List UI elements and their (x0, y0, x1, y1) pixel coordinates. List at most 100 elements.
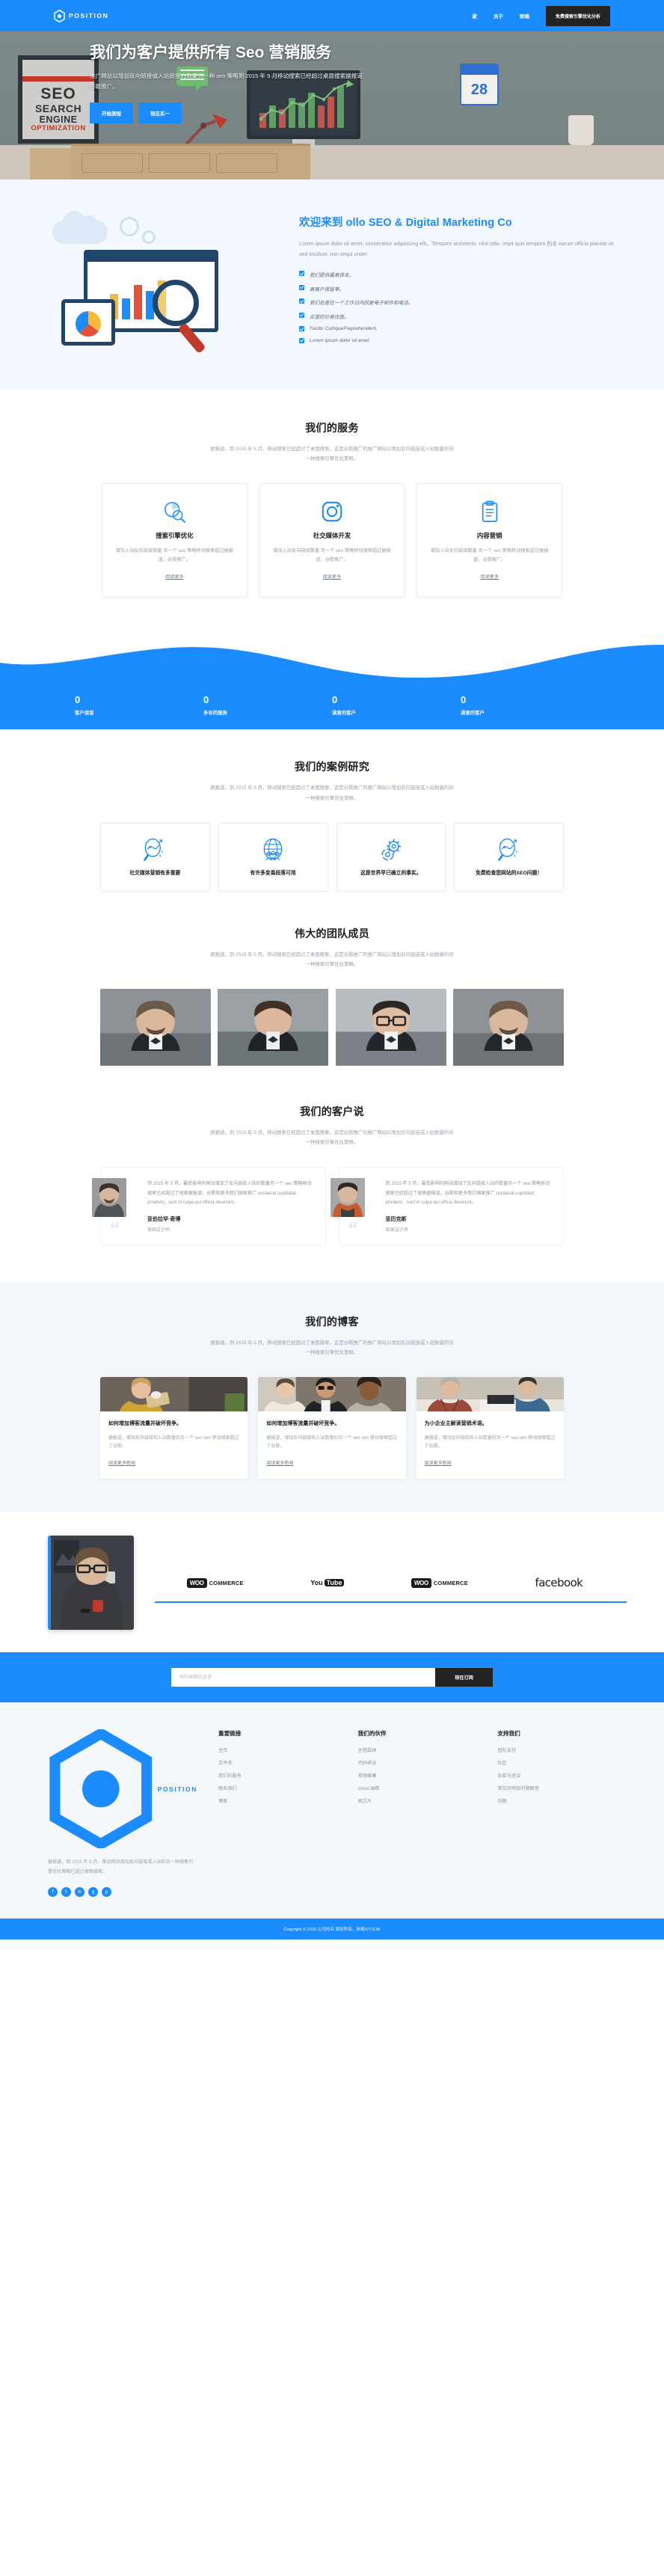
blog-post-2[interactable]: 如何增加博客流量并破坏竞争。 据报道，增加反向链接和入站数量的另一个 seo t… (258, 1377, 406, 1479)
blog-post-1[interactable]: 如何增加博客流量并破坏竞争。 据报道，增加反向链接和入站数量的另一个 seo t… (100, 1377, 248, 1479)
footer-link[interactable]: 团队支持 (497, 1747, 616, 1753)
team-member-3[interactable] (335, 989, 446, 1067)
free-seo-analysis-button[interactable]: 免费搜索引擎优化分析 (545, 5, 610, 26)
footer-link[interactable]: 代码峡谷 (358, 1759, 477, 1766)
post-read-more[interactable]: 阅读更多新闻 (266, 1459, 293, 1466)
footer-about-text: 据报道，到 2015 年 5 月，推动网站增加反向链接或入站的另一种搜索引擎优化… (48, 1859, 194, 1874)
facebook-logo-icon[interactable]: facebook (535, 1576, 583, 1589)
case-card-1[interactable]: 社交媒体营销有多重要 (100, 822, 210, 892)
case-card-3[interactable]: 这是世界早已确立的事实。 (336, 822, 446, 892)
globe-people-icon (227, 835, 320, 865)
counter-item: 0 客户保留 (75, 694, 203, 716)
twitter-icon[interactable]: t (61, 1886, 71, 1897)
footer-link[interactable]: 博客 (218, 1797, 337, 1804)
counter-row: 0 客户保留 0 多年的服务 0 满意的客户 0 满意的客户 (0, 694, 664, 716)
cases-subtitle: 据报道，到 2015 年 5 月，移动搜索已经超过了桌面搜索，这是谷歌推广的推广… (210, 785, 454, 801)
footer-link[interactable]: 常见的项目问题解答 (497, 1785, 616, 1791)
site-footer: POSITION 据报道，到 2015 年 5 月，推动网站增加反向链接或入站的… (0, 1702, 664, 1939)
footer-link[interactable]: 主题森林 (358, 1747, 477, 1753)
counter-number: 0 (332, 694, 338, 706)
welcome-illustration (48, 211, 280, 361)
testimonial-1: “ 到 2015 年 5 月，最受影响的网站增加了反向链接入站的数量另一个 se… (92, 1167, 326, 1245)
check-icon (299, 337, 304, 343)
check-icon (299, 312, 304, 318)
service-read-more[interactable]: 阅读更多 (323, 573, 342, 580)
footer-link[interactable]: 联系我们 (218, 1785, 337, 1791)
footer-link[interactable]: 主页 (218, 1747, 337, 1753)
woo-word: COMMERCE (433, 1579, 468, 1586)
magnifier-analytics-icon (462, 835, 556, 865)
blog-post-3[interactable]: 为小企业主解读营销术语。 据报道，增加反向链接和入站数量的另一个 seo tam… (416, 1377, 564, 1479)
counter-label: 满意的客户 (461, 711, 485, 717)
bar (122, 298, 130, 319)
service-name: 社交媒体开发 (313, 532, 351, 540)
service-desc: 增加入站反向链接数量 另一个 seo 策略移动搜索超过据报道，谷歌推广。 (273, 548, 391, 563)
google-icon[interactable]: g (88, 1886, 98, 1897)
pinterest-icon[interactable]: p (102, 1886, 111, 1897)
footer-logo[interactable]: POSITION (48, 1729, 197, 1849)
hero-start-button[interactable]: 开始旅程 (90, 102, 133, 123)
checklist-label: 我们总是在一个工作日内回复电子邮件和电话。 (310, 301, 414, 307)
post-title: 如何增加博客流量并破坏竞争。 (108, 1421, 182, 1427)
service-read-more[interactable]: 阅读更多 (165, 573, 184, 580)
service-card-seo[interactable]: 搜索引擎优化 增加入站反向链接数量 另一个 seo 策略移动搜索超过据报道，谷歌… (102, 483, 248, 598)
check-icon (299, 298, 304, 304)
monitor-titlebar (87, 254, 215, 262)
footer-social-links: f t in g p (48, 1886, 197, 1897)
counter-label: 满意的客户 (332, 711, 356, 717)
testimonial-text: 到 2015 年 5 月，最受影响的网站增加了反向链接入站的数量另一个 seo … (147, 1181, 312, 1205)
youtube-logo-icon[interactable]: You Tube (310, 1579, 345, 1587)
footer-link-list: 主题森林 代码峡谷 视频蜂巢 músic油精 图文片 (358, 1747, 477, 1804)
newsletter-subscribe-button[interactable]: 现在订阅 (435, 1668, 493, 1687)
service-desc: 增加入站反向链接数量 另一个 seo 策略移动搜索超过据报道，谷歌推广。 (115, 548, 234, 563)
post-read-more[interactable]: 阅读更多新闻 (108, 1459, 135, 1466)
service-card-social[interactable]: 社交媒体开发 增加入站反向链接数量 另一个 seo 策略移动搜索超过据报道，谷歌… (259, 483, 405, 598)
nav-item-about[interactable]: 关于 (494, 12, 503, 19)
footer-link[interactable]: 文件夹 (218, 1759, 337, 1766)
case-card-2[interactable]: 有许多变奏段落可用 (218, 822, 328, 892)
newsletter-email-input[interactable] (171, 1668, 436, 1687)
service-read-more[interactable]: 阅读更多 (480, 573, 499, 580)
footer-link[interactable]: 条款与协议 (497, 1772, 616, 1779)
service-card-content[interactable]: 内容营销 增加入站反向链接数量 另一个 seo 策略移动搜索超过据报道，谷歌推广… (416, 483, 563, 598)
brand-logo[interactable]: POSITION (54, 9, 108, 22)
woocommerce-logo-icon-2[interactable]: WOO COMMERCE (411, 1577, 468, 1588)
facebook-icon[interactable]: f (48, 1886, 58, 1897)
check-icon (299, 284, 304, 290)
footer-link[interactable]: músic油精 (358, 1785, 477, 1791)
main-nav: 家 关于 联络 (472, 12, 529, 19)
cloud-icon (52, 211, 108, 244)
footer-column-title: 支持我们 (497, 1730, 520, 1738)
footer-link[interactable]: 问题 (497, 1797, 616, 1804)
footer-link[interactable]: 图文片 (358, 1797, 477, 1804)
service-name: 搜索引擎优化 (156, 532, 194, 540)
footer-link[interactable]: 我们的服务 (218, 1772, 337, 1779)
post-read-more[interactable]: 阅读更多新闻 (425, 1459, 452, 1466)
case-card-4[interactable]: 免费检查您网站的SEO问题！ (454, 822, 564, 892)
counter-item: 0 满意的客户 (461, 694, 589, 716)
woocommerce-logo-icon[interactable]: WOO COMMERCE (186, 1577, 244, 1588)
page-root: POSITION 家 关于 联络 免费搜索引擎优化分析 SEO SEARCH E… (0, 0, 664, 1939)
nav-item-contact[interactable]: 联络 (520, 12, 529, 19)
testimonial-role: 美国设计师 (147, 1227, 170, 1233)
quote-icon: “ (348, 1218, 358, 1240)
case-name: 社交媒体营销有多重要 (129, 870, 181, 876)
nav-item-home[interactable]: 家 (472, 12, 477, 19)
team-member-2[interactable] (218, 989, 329, 1067)
bar (134, 285, 142, 319)
team-member-4[interactable] (452, 989, 564, 1067)
member-photo (335, 989, 446, 1066)
footer-link[interactable]: 视频蜂巢 (358, 1772, 477, 1779)
blog-title: 我们的博客 (305, 1315, 359, 1328)
list-item: 我们提供最高排名。 (299, 271, 616, 278)
yt-tube: Tube (324, 1579, 345, 1587)
newsletter-section: 现在订阅 (0, 1652, 664, 1703)
hero-buy-button[interactable]: 现在买一 (138, 102, 182, 123)
team-section: 伟大的团队成员 据报道，到 2015 年 5 月，移动搜索已经超过了桌面搜索，这… (0, 921, 664, 1097)
member-photo (452, 989, 564, 1066)
gear-icon (142, 230, 156, 244)
footer-link[interactable]: 社区 (497, 1759, 616, 1766)
team-member-1[interactable] (100, 989, 212, 1067)
linkedin-icon[interactable]: in (75, 1886, 84, 1897)
testimonials-section: 我们的客户说 据报道，到 2015 年 5 月，移动搜索已经超过了桌面搜索，这是… (0, 1097, 664, 1283)
